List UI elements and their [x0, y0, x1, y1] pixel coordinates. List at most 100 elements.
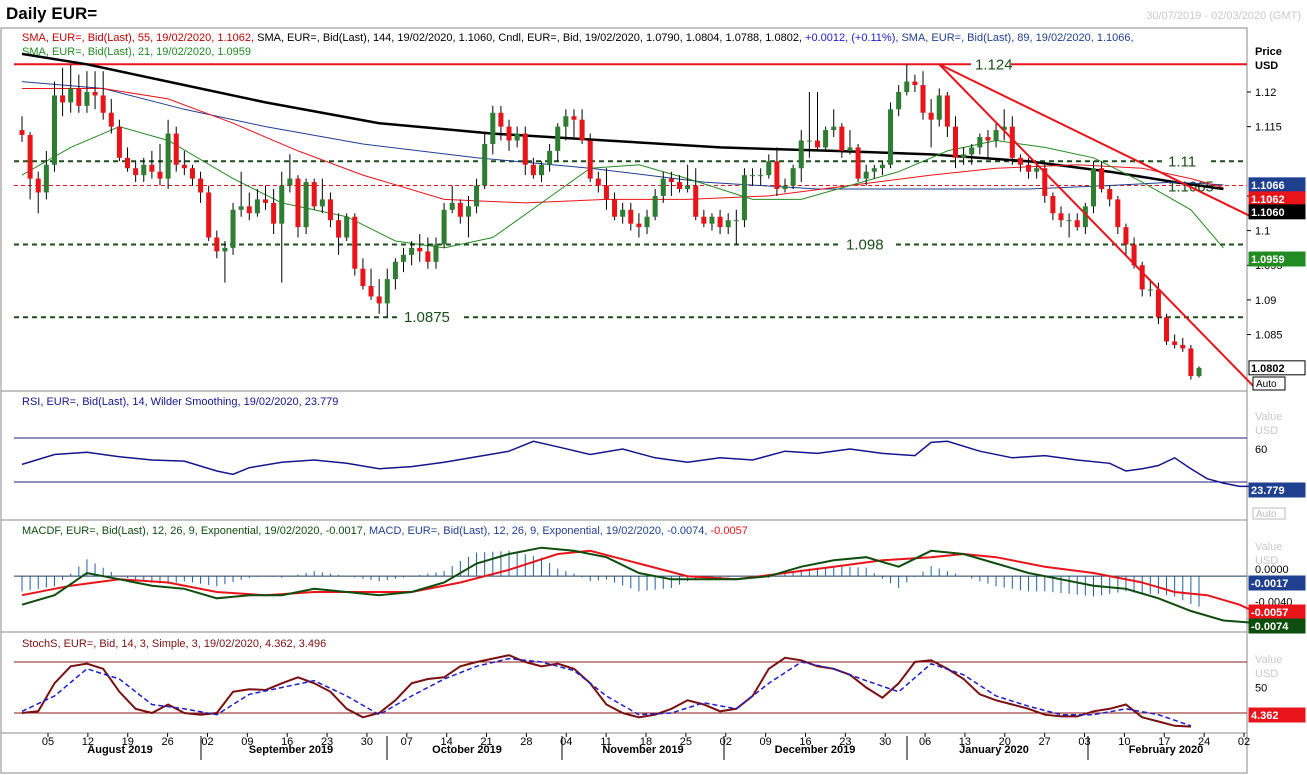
candle	[1034, 168, 1040, 172]
candle	[189, 168, 195, 179]
price-tick-label: 1.1	[1255, 226, 1270, 238]
candle	[628, 209, 634, 224]
candle	[969, 147, 975, 155]
price-tag-1.1062: 1.1062	[1251, 194, 1285, 206]
month-label: August 2019	[87, 744, 152, 756]
candle	[214, 237, 220, 252]
rsi-last-tag: 23.779	[1251, 485, 1285, 497]
month-label: October 2019	[432, 744, 502, 756]
candle	[831, 126, 837, 131]
candle	[1188, 348, 1194, 377]
candle	[457, 202, 463, 217]
candle	[68, 88, 74, 103]
candle	[400, 254, 407, 262]
candle	[985, 137, 991, 141]
candle	[660, 178, 666, 196]
candle	[530, 164, 536, 176]
x-tick-07: 07	[401, 736, 413, 748]
price-tick-label: 1.115	[1255, 122, 1282, 134]
candle	[936, 95, 942, 120]
candle	[1090, 168, 1096, 207]
candle	[92, 91, 98, 96]
month-label: January 2020	[959, 744, 1029, 756]
candle	[595, 178, 601, 186]
candle	[766, 161, 772, 176]
month-label: February 2020	[1129, 744, 1204, 756]
candle	[717, 216, 723, 228]
macd-legend: MACDF, EUR=, Bid(Last), 12, 26, 9, Expon…	[22, 525, 748, 537]
candle	[76, 88, 82, 106]
price-tick-label: 1.085	[1255, 330, 1283, 342]
macd-tag-macd: -0.0074	[1251, 621, 1289, 633]
candle	[514, 133, 520, 141]
candle	[100, 95, 106, 113]
price-tick-label: 1.09	[1255, 295, 1276, 307]
stoch-tick-50: 50	[1255, 683, 1267, 695]
candle	[571, 116, 577, 120]
candle	[652, 195, 658, 217]
candle	[693, 185, 699, 217]
candle	[279, 185, 285, 224]
rsi-panel	[0, 390, 1248, 521]
x-tick-02: 02	[720, 736, 732, 748]
candle	[563, 116, 569, 127]
candle	[181, 164, 187, 169]
candle	[157, 171, 163, 179]
candle	[782, 185, 788, 190]
candle	[327, 199, 333, 221]
candle	[409, 247, 415, 255]
candle	[1172, 341, 1178, 345]
candle	[149, 164, 155, 172]
candle	[758, 175, 764, 177]
candle	[27, 134, 33, 179]
candle	[141, 164, 147, 176]
candle	[474, 185, 480, 207]
stoch-last-tag: 4.362	[1251, 710, 1279, 722]
candle	[839, 126, 845, 151]
stoch-legend: StochS, EUR=, Bid, 14, 3, Simple, 3, 19/…	[22, 638, 326, 650]
candle	[254, 199, 260, 214]
candle	[206, 192, 212, 238]
candle	[823, 130, 829, 148]
x-tick-26: 26	[161, 736, 173, 748]
x-tick-27: 27	[1039, 736, 1051, 748]
candle	[19, 130, 25, 135]
candle	[847, 147, 853, 151]
candle	[538, 164, 545, 176]
x-tick-28: 28	[520, 736, 532, 748]
candle	[733, 220, 739, 222]
candle	[384, 279, 390, 304]
candle	[547, 150, 553, 165]
candle	[498, 112, 504, 127]
candle	[1147, 289, 1153, 291]
candle	[425, 251, 431, 262]
candle	[798, 140, 804, 169]
candle	[685, 185, 691, 190]
candle	[165, 133, 171, 179]
candle	[904, 81, 910, 92]
candle	[352, 216, 358, 269]
candle	[482, 143, 488, 186]
candle	[1180, 344, 1186, 349]
candle	[303, 182, 309, 228]
candle	[116, 126, 122, 158]
candle	[1196, 367, 1202, 377]
candle	[311, 182, 317, 207]
candle	[993, 130, 999, 141]
candle	[295, 178, 301, 228]
price-tick-label: 1.12	[1255, 87, 1276, 99]
candle	[319, 199, 325, 207]
candle	[814, 140, 821, 148]
candle	[928, 112, 934, 120]
candle	[587, 140, 593, 179]
candle	[1026, 164, 1032, 172]
candle	[1123, 227, 1129, 245]
x-tick-30: 30	[361, 736, 373, 748]
candle	[709, 216, 715, 224]
candle	[806, 140, 812, 142]
candle	[336, 220, 342, 238]
candle	[344, 216, 350, 238]
candle	[417, 247, 423, 252]
candle	[1164, 317, 1170, 342]
candle	[246, 206, 252, 214]
